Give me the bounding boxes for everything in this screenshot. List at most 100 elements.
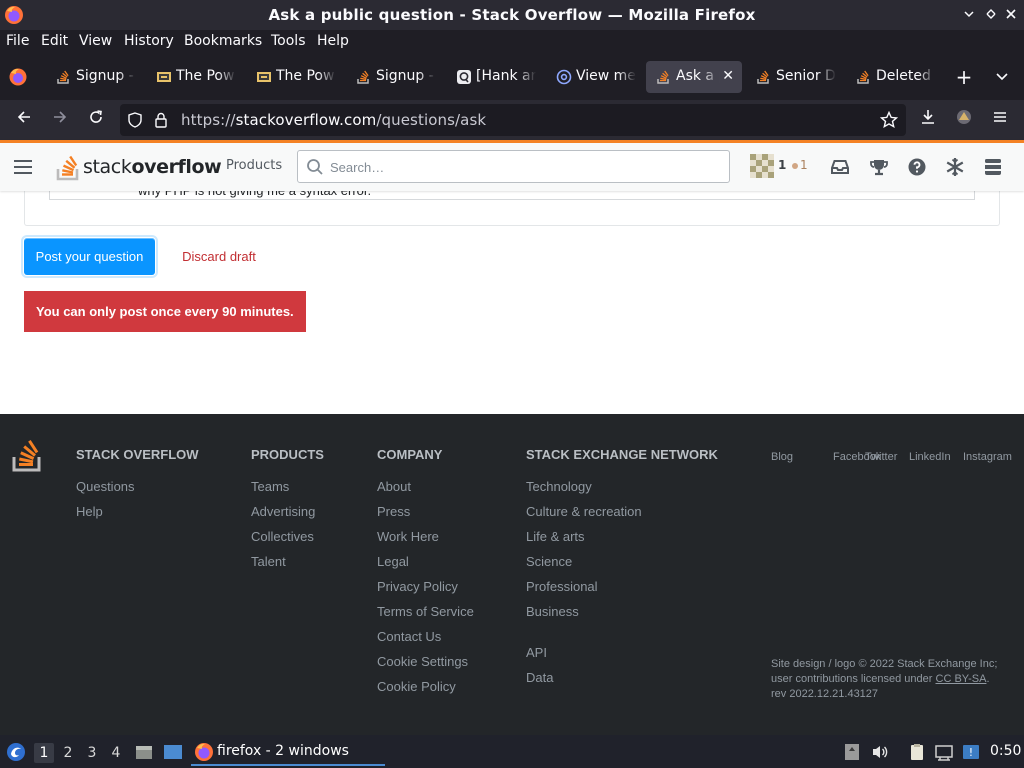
footer-link-press[interactable]: Press bbox=[377, 504, 474, 529]
footer-link-advertising[interactable]: Advertising bbox=[251, 504, 324, 529]
volume-icon[interactable] bbox=[871, 743, 889, 761]
footer-link-technology[interactable]: Technology bbox=[526, 479, 718, 504]
footer-social-twitter[interactable]: Twitter bbox=[865, 451, 897, 463]
discard-draft-button[interactable]: Discard draft bbox=[170, 238, 268, 275]
footer-link-cookie-settings[interactable]: Cookie Settings bbox=[377, 654, 474, 679]
menu-history[interactable]: History bbox=[124, 33, 174, 49]
footer-heading[interactable]: STACK EXCHANGE NETWORK bbox=[526, 447, 718, 462]
achievements-trophy-icon[interactable] bbox=[868, 156, 890, 178]
inbox-icon[interactable] bbox=[829, 156, 851, 178]
extension-button[interactable] bbox=[952, 108, 976, 132]
extension-icon bbox=[957, 110, 971, 124]
lock-icon[interactable] bbox=[154, 112, 168, 128]
help-icon[interactable] bbox=[906, 156, 928, 178]
menu-edit[interactable]: Edit bbox=[41, 33, 68, 49]
footer-heading[interactable]: PRODUCTS bbox=[251, 447, 324, 462]
notifications-icon[interactable]: ! bbox=[962, 743, 980, 761]
tray-drive-icon[interactable] bbox=[843, 743, 861, 761]
footer-heading[interactable]: COMPANY bbox=[377, 447, 474, 462]
stackoverflow-favicon-icon bbox=[857, 70, 869, 84]
footer-link-data[interactable]: Data bbox=[526, 670, 718, 695]
tab-view-me[interactable]: View me bbox=[546, 61, 642, 93]
workspace-3[interactable]: 3 bbox=[82, 743, 102, 763]
products-menu[interactable]: Products bbox=[226, 158, 282, 173]
footer-link-terms-of-service[interactable]: Terms of Service bbox=[377, 604, 474, 629]
menu-view[interactable]: View bbox=[79, 33, 112, 49]
user-avatar[interactable] bbox=[750, 154, 774, 178]
footer-link-contact-us[interactable]: Contact Us bbox=[377, 629, 474, 654]
hamburger-menu-icon bbox=[994, 112, 1006, 122]
back-button[interactable] bbox=[12, 108, 36, 132]
workspace-2[interactable]: 2 bbox=[58, 743, 78, 763]
window-close-button[interactable] bbox=[1002, 6, 1020, 24]
tab-the-pow-2[interactable]: The Pow bbox=[246, 61, 342, 93]
footer-link-life-arts[interactable]: Life & arts bbox=[526, 529, 718, 554]
footer-link-collectives[interactable]: Collectives bbox=[251, 529, 324, 554]
firefox-view-button[interactable] bbox=[8, 67, 30, 89]
tab-senior-d[interactable]: Senior D bbox=[746, 61, 842, 93]
tab-ask-question[interactable]: Ask a p ✕ bbox=[646, 61, 742, 93]
menu-tools[interactable]: Tools bbox=[271, 33, 306, 49]
bookmark-star-icon[interactable] bbox=[880, 111, 898, 129]
footer-link-science[interactable]: Science bbox=[526, 554, 718, 579]
new-tab-button[interactable]: + bbox=[953, 66, 975, 88]
footer-spacer bbox=[526, 629, 718, 645]
footer-link-professional[interactable]: Professional bbox=[526, 579, 718, 604]
footer-link-api[interactable]: API bbox=[526, 645, 718, 670]
search-input[interactable] bbox=[330, 157, 710, 177]
footer-link-teams[interactable]: Teams bbox=[251, 479, 324, 504]
stackoverflow-logo-icon[interactable] bbox=[11, 433, 45, 473]
app-menu-button[interactable] bbox=[988, 108, 1012, 132]
start-menu-icon[interactable] bbox=[6, 742, 26, 762]
footer-link-culture-recreation[interactable]: Culture & recreation bbox=[526, 504, 718, 529]
tab-signup-1[interactable]: Signup - bbox=[46, 61, 142, 93]
footer-link-talent[interactable]: Talent bbox=[251, 554, 324, 579]
tab-close-icon[interactable]: ✕ bbox=[722, 68, 734, 84]
tab-signup-2[interactable]: Signup - bbox=[346, 61, 442, 93]
footer-link-business[interactable]: Business bbox=[526, 604, 718, 629]
footer-link-work-here[interactable]: Work Here bbox=[377, 529, 474, 554]
left-sidebar-toggle[interactable] bbox=[14, 160, 32, 174]
file-manager-icon[interactable] bbox=[135, 743, 153, 761]
footer-link-legal[interactable]: Legal bbox=[377, 554, 474, 579]
so-search-box[interactable] bbox=[297, 150, 730, 183]
menu-bookmarks[interactable]: Bookmarks bbox=[184, 33, 262, 49]
footer-link-help[interactable]: Help bbox=[76, 504, 199, 529]
menu-file[interactable]: File bbox=[6, 33, 29, 49]
license-link[interactable]: CC BY-SA bbox=[936, 673, 987, 685]
tab-label: [Hank ar bbox=[476, 68, 536, 84]
network-icon[interactable] bbox=[935, 743, 953, 761]
footer-link-questions[interactable]: Questions bbox=[76, 479, 199, 504]
clipboard-icon[interactable] bbox=[908, 743, 926, 761]
site-switcher-icon[interactable] bbox=[982, 156, 1004, 178]
menu-help[interactable]: Help bbox=[317, 33, 349, 49]
footer-social-blog[interactable]: Blog bbox=[771, 451, 793, 463]
footer-link-about[interactable]: About bbox=[377, 479, 474, 504]
show-desktop-icon[interactable] bbox=[163, 743, 183, 761]
footer-link-cookie-policy[interactable]: Cookie Policy bbox=[377, 679, 474, 704]
footer-heading[interactable]: STACK OVERFLOW bbox=[76, 447, 199, 462]
tab-the-pow-1[interactable]: The Pow bbox=[146, 61, 242, 93]
reload-button[interactable] bbox=[84, 108, 108, 132]
window-maximize-button[interactable] bbox=[982, 6, 1000, 24]
tab-deleted[interactable]: Deleted bbox=[846, 61, 942, 93]
footer-col-stack-exchange: STACK EXCHANGE NETWORK Technology Cultur… bbox=[526, 447, 718, 695]
list-all-tabs-button[interactable] bbox=[994, 68, 1014, 88]
post-question-button[interactable]: Post your question bbox=[21, 235, 158, 278]
footer-social-instagram[interactable]: Instagram bbox=[963, 451, 1012, 463]
window-minimize-button[interactable] bbox=[960, 6, 978, 24]
footer-link-privacy-policy[interactable]: Privacy Policy bbox=[377, 579, 474, 604]
workspace-4[interactable]: 4 bbox=[106, 743, 126, 763]
tab-hank[interactable]: [Hank ar bbox=[446, 61, 542, 93]
url-bar[interactable]: https://stackoverflow.com/questions/ask bbox=[120, 104, 906, 136]
tab-label: Senior D bbox=[776, 68, 836, 84]
shield-icon[interactable] bbox=[127, 112, 143, 128]
forward-button[interactable] bbox=[48, 108, 72, 132]
downloads-button[interactable] bbox=[916, 108, 940, 132]
url-text[interactable]: https://stackoverflow.com/questions/ask bbox=[181, 111, 486, 129]
workspace-1[interactable]: 1 bbox=[34, 743, 54, 763]
taskbar-firefox-task[interactable]: firefox - 2 windows bbox=[191, 738, 385, 766]
review-queue-icon[interactable] bbox=[944, 156, 966, 178]
footer-social-linkedin[interactable]: LinkedIn bbox=[909, 451, 951, 463]
task-label: firefox - 2 windows bbox=[217, 743, 349, 759]
